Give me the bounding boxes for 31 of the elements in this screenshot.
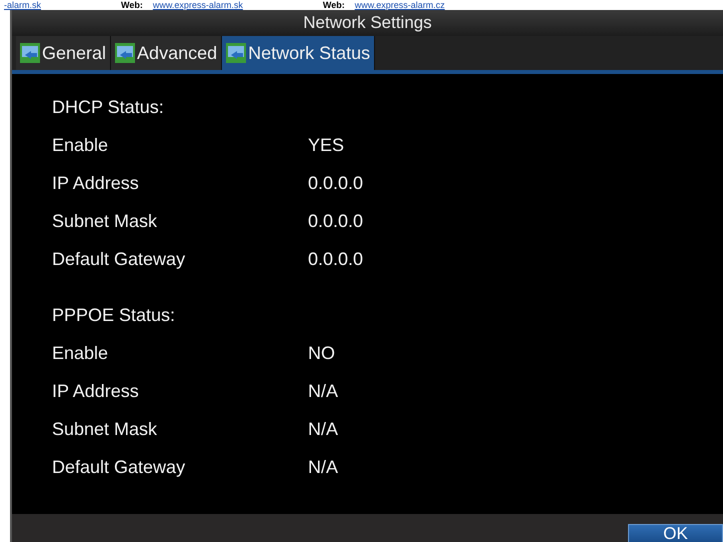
field-value: 0.0.0.0 [308,172,364,194]
network-icon [20,43,40,63]
field-label: Subnet Mask [52,418,158,440]
field-value: N/A [308,456,338,478]
web-link[interactable]: www.express-alarm.cz [354,0,445,10]
field-label: IP Address [52,380,140,402]
section-heading: DHCP Status: [52,96,164,118]
tab[interactable]: Advanced [111,36,222,70]
field-value: 0.0.0.0 [308,210,364,232]
field-value: NO [308,342,335,364]
field-label: Enable [52,134,110,156]
web-link[interactable]: www.express-alarm.sk [152,0,243,10]
field-value: YES [308,134,344,156]
field-label: Default Gateway [52,248,186,270]
field-value: N/A [308,380,338,402]
ok-button[interactable]: OK [628,524,723,542]
window-title: Network Settings [12,10,723,36]
section-heading: PPPOE Status: [52,304,176,326]
web-label: Web: [322,0,345,10]
field-value: 0.0.0.0 [308,248,364,270]
tab[interactable]: General [16,36,112,70]
field-label: Subnet Mask [52,210,158,232]
field-value: N/A [308,418,338,440]
field-label: IP Address [52,172,140,194]
tab[interactable]: Network Status [222,36,376,70]
field-label: Default Gateway [52,456,186,478]
network-icon [115,43,136,63]
field-label: Enable [52,342,110,364]
web-label: Web: [121,0,143,10]
web-link[interactable]: -alarm.sk [4,0,42,10]
network-icon [226,43,246,63]
